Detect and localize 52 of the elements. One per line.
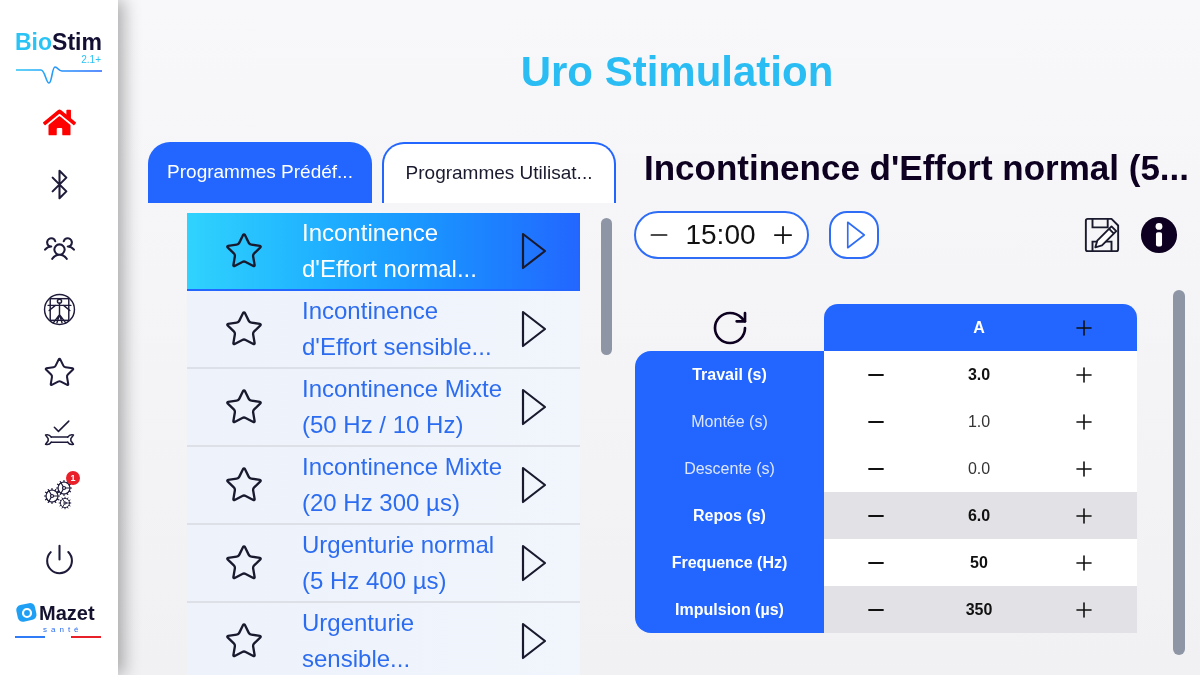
star-icon[interactable] <box>42 355 76 389</box>
page-title: Uro Stimulation <box>520 48 834 96</box>
brand-tagline: santé <box>43 625 83 635</box>
parameter-label: Descente (s) <box>635 445 824 492</box>
program-title: Incontinence d'Effort normal... <box>302 218 478 284</box>
program-title: Incontinence d'Effort sensible... <box>302 296 493 362</box>
program-title: Urgenturie sensible... <box>302 608 416 674</box>
play-icon[interactable] <box>520 465 548 505</box>
program-item[interactable]: Incontinence d'Effort sensible... <box>187 291 580 369</box>
parameter-value: 1.0 <box>966 411 992 432</box>
play-icon[interactable] <box>520 387 548 427</box>
program-title: Urgenturie normal (5 Hz 400 µs) <box>302 530 496 596</box>
floppy-pencil-icon[interactable] <box>1083 216 1121 254</box>
timer-stepper[interactable]: 15:00 <box>634 211 809 259</box>
parameter-label: Impulsion (µs) <box>635 586 824 633</box>
play-icon[interactable] <box>520 543 548 583</box>
tab[interactable]: Programmes Utilisat... <box>382 142 616 203</box>
program-item[interactable]: Incontinence Mixte (20 Hz 300 µs) <box>187 447 580 525</box>
program-title: Incontinence Mixte (20 Hz 300 µs) <box>302 452 504 518</box>
version-label: 2.1+ <box>81 54 101 66</box>
program-item[interactable]: Urgenturie sensible... <box>187 603 580 675</box>
program-item[interactable]: Urgenturie normal (5 Hz 400 µs) <box>187 525 580 603</box>
vitruvian-figure-icon[interactable] <box>42 293 76 327</box>
notification-count: 1 <box>66 470 80 485</box>
parameter-value: 6.0 <box>966 505 992 526</box>
program-title: Incontinence Mixte (50 Hz / 10 Hz) <box>302 374 504 440</box>
play-icon <box>845 220 867 250</box>
parameter-value: 0.0 <box>966 458 992 479</box>
parameter-label: Montée (s) <box>635 398 824 445</box>
column-heading: A <box>972 317 986 338</box>
parameter-label: Frequence (Hz) <box>635 539 824 586</box>
timer-value: 15:00 <box>685 218 756 252</box>
play-icon[interactable] <box>520 621 548 661</box>
scrollbar[interactable] <box>1173 290 1185 655</box>
parameter-value: 50 <box>969 552 989 573</box>
scrollbar[interactable] <box>601 218 612 355</box>
program-item[interactable]: Incontinence Mixte (50 Hz / 10 Hz) <box>187 369 580 447</box>
play-icon[interactable] <box>520 309 548 349</box>
wave-line-icon <box>15 66 103 84</box>
parameter-value: 350 <box>964 599 994 620</box>
program-heading: Incontinence d'Effort normal (5... <box>643 148 1191 188</box>
parameter-label: Repos (s) <box>635 492 824 539</box>
info-icon[interactable] <box>1140 216 1178 254</box>
parameter-value: 3.0 <box>966 364 992 385</box>
parameter-label: Travail (s) <box>635 351 824 398</box>
program-item[interactable]: Incontinence d'Effort normal... <box>187 213 580 291</box>
brand-name: Mazet <box>39 602 95 624</box>
logo-text: Stim <box>52 30 102 54</box>
brand-mark-icon <box>15 601 39 625</box>
tab[interactable]: Programmes Prédéf... <box>148 142 372 203</box>
logo-text: Bio <box>15 30 53 54</box>
play-button[interactable] <box>829 211 879 259</box>
